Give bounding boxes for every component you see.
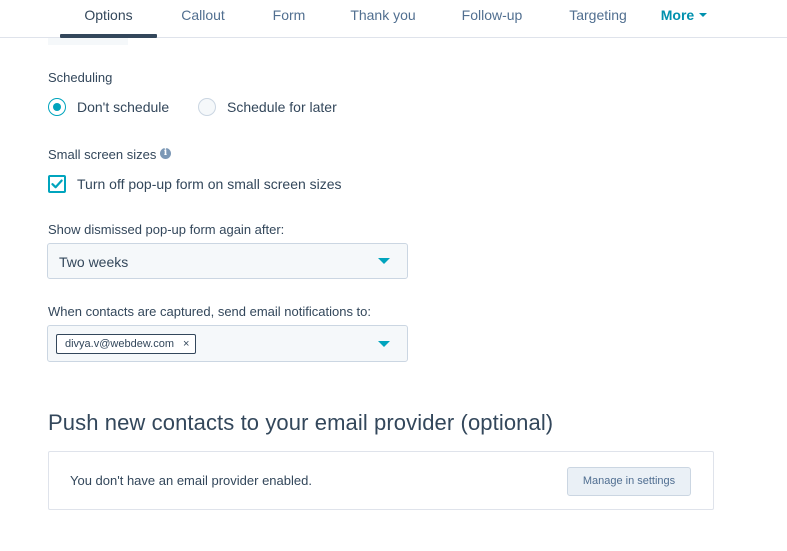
section-stub	[48, 38, 128, 45]
tab-bar: Options Callout Form Thank you Follow-up…	[0, 0, 787, 38]
tab-thank-you[interactable]: Thank you	[343, 0, 423, 38]
email-provider-box: You don't have an email provider enabled…	[48, 451, 714, 510]
tab-follow-up[interactable]: Follow-up	[452, 0, 532, 38]
notifications-label: When contacts are captured, send email n…	[48, 304, 372, 319]
manage-in-settings-button[interactable]: Manage in settings	[567, 467, 691, 496]
radio-dont-schedule[interactable]: Don't schedule	[48, 97, 169, 117]
small-screen-label: Small screen sizes	[48, 147, 157, 162]
tab-targeting[interactable]: Targeting	[562, 0, 634, 38]
recipient-email: divya.v@webdew.com	[65, 338, 174, 350]
caret-down-icon	[378, 341, 390, 347]
dismissed-select[interactable]: Two weeks	[47, 243, 408, 279]
scheduling-label: Scheduling	[48, 70, 113, 85]
recipient-chip: divya.v@webdew.com ×	[56, 334, 197, 354]
info-icon[interactable]: i	[160, 148, 171, 159]
dismissed-select-value: Two weeks	[59, 254, 129, 270]
caret-down-icon	[378, 258, 390, 264]
radio-unchecked-icon	[198, 98, 216, 116]
radio-schedule-later[interactable]: Schedule for later	[198, 97, 337, 117]
checkbox-checked-icon	[48, 175, 66, 193]
small-screen-checkbox[interactable]: Turn off pop-up form on small screen siz…	[48, 174, 342, 194]
tab-more-label: More	[660, 7, 695, 23]
email-provider-message: You don't have an email provider enabled…	[70, 473, 312, 488]
radio-schedule-later-label: Schedule for later	[227, 99, 337, 115]
tab-more[interactable]: More	[656, 0, 712, 38]
email-provider-heading: Push new contacts to your email provider…	[48, 410, 554, 435]
tab-form[interactable]: Form	[260, 0, 318, 38]
radio-dont-schedule-label: Don't schedule	[77, 99, 170, 115]
chevron-down-icon	[699, 13, 708, 18]
tab-callout[interactable]: Callout	[166, 0, 240, 38]
notifications-select[interactable]: divya.v@webdew.com ×	[47, 325, 408, 362]
small-screen-checkbox-label: Turn off pop-up form on small screen siz…	[77, 176, 342, 192]
remove-recipient-icon[interactable]: ×	[183, 338, 189, 350]
dismissed-label: Show dismissed pop-up form again after:	[48, 222, 285, 237]
radio-checked-icon	[48, 98, 66, 116]
tab-options[interactable]: Options	[60, 0, 157, 38]
